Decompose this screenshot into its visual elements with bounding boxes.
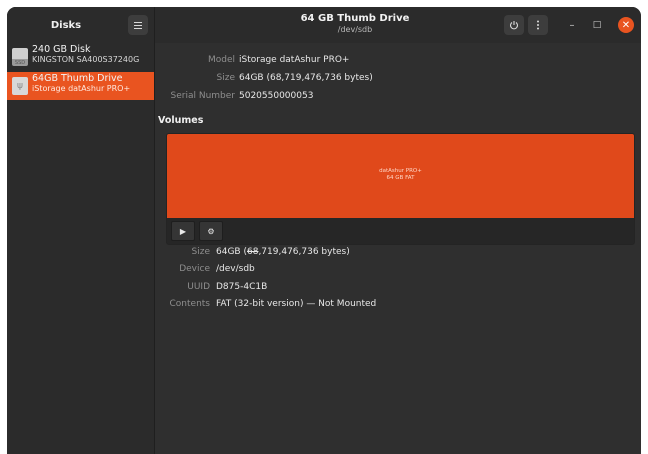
model-label: Model [207, 55, 235, 65]
volumes-panel: datAshur PRO+ 64 GB FAT ▶ ⚙ [166, 133, 635, 245]
partition-settings-button[interactable]: ⚙ [199, 221, 223, 241]
device-value: /dev/sdb [216, 264, 255, 274]
mount-button[interactable]: ▶ [171, 221, 195, 241]
drive-item-240gb-disk[interactable]: SSD 240 GB Disk KINGSTON SA400S37240G [7, 43, 154, 71]
uuid-value: D875-4C1B [216, 282, 268, 292]
volume-size-label: Size [191, 247, 210, 257]
drive-model: iStorage datAshur PRO+ [32, 84, 131, 93]
gears-icon: ⚙ [207, 226, 215, 236]
sidebar-header: Disks [7, 7, 155, 43]
maximize-button[interactable]: □ [589, 17, 605, 33]
serial-number-label: Serial Number [170, 91, 235, 101]
window-title-area: 64 GB Thumb Drive /dev/sdb [155, 13, 555, 35]
model-value: iStorage datAshur PRO+ [239, 55, 350, 65]
size-label: Size [216, 73, 235, 83]
device-label: Device [179, 264, 210, 274]
contents-label: Contents [169, 299, 210, 309]
usb-drive-icon: ψ [12, 77, 28, 95]
drive-list: SSD 240 GB Disk KINGSTON SA400S37240G ψ … [7, 43, 155, 454]
drive-name: 240 GB Disk [32, 44, 91, 55]
drive-name: 64GB Thumb Drive [32, 73, 123, 84]
disks-window: Disks 64 GB Thumb Drive /dev/sdb – □ ✕ S… [7, 7, 641, 454]
minimize-button[interactable]: – [564, 17, 580, 33]
window-subtitle: /dev/sdb [337, 25, 373, 34]
uuid-label: UUID [187, 282, 210, 292]
header-bar: Disks 64 GB Thumb Drive /dev/sdb – □ ✕ [7, 7, 641, 43]
drive-details: Model iStorage datAshur PRO+ Size 64GB (… [155, 43, 641, 454]
volume-bar-label: datAshur PRO+ 64 GB FAT [167, 168, 634, 182]
play-icon: ▶ [179, 226, 187, 236]
window-title: 64 GB Thumb Drive [300, 13, 410, 24]
drive-model: KINGSTON SA400S37240G [32, 55, 140, 64]
main-menu-button[interactable] [128, 15, 148, 35]
size-value: 64GB (68,719,476,736 bytes) [239, 73, 373, 83]
serial-number-value: 5020550000053 [239, 91, 314, 101]
volume-name: datAshur PRO+ [379, 168, 422, 174]
ssd-icon: SSD [12, 48, 28, 66]
power-off-button[interactable] [504, 15, 524, 35]
contents-value: FAT (32-bit version) — Not Mounted [216, 299, 377, 309]
drive-options-button[interactable] [528, 15, 548, 35]
close-button[interactable]: ✕ [618, 17, 634, 33]
volume-size-type: 64 GB FAT [386, 175, 415, 181]
volume-size-value: 64GB (68,719,476,736 bytes) [216, 247, 350, 257]
sidebar-title: Disks [50, 20, 82, 31]
volume-partition-bar[interactable]: datAshur PRO+ 64 GB FAT [167, 134, 634, 218]
drive-item-64gb-thumb-drive[interactable]: ψ 64GB Thumb Drive iStorage datAshur PRO… [7, 72, 154, 100]
power-icon [509, 21, 519, 30]
volumes-heading: Volumes [158, 115, 204, 126]
vertical-dots-icon [537, 20, 539, 30]
hamburger-icon [134, 21, 142, 29]
